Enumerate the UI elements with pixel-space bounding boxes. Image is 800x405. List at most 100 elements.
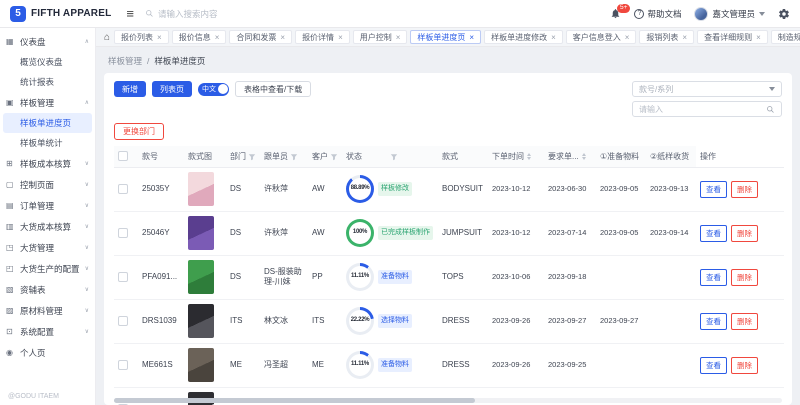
progress-ring: 11.11%	[346, 351, 374, 379]
tab[interactable]: 用户控制×	[353, 30, 408, 44]
tab[interactable]: 合同和发票×	[229, 30, 292, 44]
row-checkbox[interactable]	[118, 184, 128, 194]
table-search[interactable]	[632, 101, 782, 117]
tab[interactable]: 报销列表×	[639, 30, 694, 44]
sidebar-subitem[interactable]: 统计报表	[3, 72, 92, 92]
tab[interactable]: 报价详情×	[295, 30, 350, 44]
table-search-input[interactable]	[639, 105, 757, 114]
sidebar-subitem[interactable]: 概览仪表盘	[3, 52, 92, 72]
row-checkbox[interactable]	[118, 272, 128, 282]
sidebar-item[interactable]: ◉个人页	[0, 342, 95, 363]
sidebar-item[interactable]: ▣样板管理∧	[0, 92, 95, 113]
control-page-icon: ▢	[6, 180, 16, 189]
close-icon[interactable]: ×	[396, 33, 401, 42]
sidebar-item[interactable]: ▦仪表盘∧	[0, 31, 95, 52]
close-icon[interactable]: ×	[625, 33, 630, 42]
style-series-select[interactable]: 款号/系列	[632, 81, 782, 97]
tab[interactable]: 报价信息×	[172, 30, 227, 44]
sidebar-item[interactable]: ⊞样板成本核算∨	[0, 153, 95, 174]
sidebar-item[interactable]: ▧资辅表∨	[0, 279, 95, 300]
filter-icon[interactable]	[248, 153, 256, 161]
horizontal-scrollbar[interactable]	[114, 398, 782, 403]
sidebar-item[interactable]: ▢控制页面∨	[0, 174, 95, 195]
user-menu[interactable]: 嘉文管理员	[694, 7, 765, 21]
filter-icon[interactable]	[390, 153, 398, 161]
table-header-row: 款号 款式图 部门 跟单员 客户 状态 款式 下单时间 要求单... ①准备物料…	[114, 146, 784, 167]
delete-button[interactable]: 删除	[731, 181, 758, 198]
sort-icon[interactable]	[527, 153, 531, 160]
progress-value: 22.22%	[349, 310, 371, 332]
row-checkbox[interactable]	[118, 360, 128, 370]
style-image[interactable]	[188, 304, 214, 338]
style-image[interactable]	[188, 348, 214, 382]
question-icon: ?	[634, 9, 644, 19]
breadcrumb-parent[interactable]: 样板管理	[108, 55, 142, 67]
sidebar-item[interactable]: ▨原材料管理∨	[0, 300, 95, 321]
sidebar-subitem[interactable]: 样板单进度页	[3, 113, 92, 133]
global-search-input[interactable]	[158, 9, 248, 19]
sidebar-item[interactable]: ◰大货生产的配置∨	[0, 258, 95, 279]
view-button[interactable]: 查看	[700, 313, 727, 330]
close-icon[interactable]: ×	[215, 33, 220, 42]
sidebar-subitem[interactable]: 样板单统计	[3, 133, 92, 153]
sidebar-item[interactable]: ◳大货管理∨	[0, 237, 95, 258]
delete-button[interactable]: 删除	[731, 269, 758, 286]
tab[interactable]: 客户信息登入×	[566, 30, 637, 44]
delete-button[interactable]: 删除	[731, 313, 758, 330]
style-no: DRS1039	[142, 316, 177, 325]
close-icon[interactable]: ×	[756, 33, 761, 42]
style-image[interactable]	[188, 172, 214, 206]
status-cell: 11.11%准备物料	[346, 351, 434, 379]
change-department-button[interactable]: 更换部门	[114, 123, 164, 140]
sort-icon[interactable]	[582, 153, 586, 160]
style-image[interactable]	[188, 260, 214, 294]
delete-button[interactable]: 删除	[731, 225, 758, 242]
close-icon[interactable]: ×	[682, 33, 687, 42]
chevron-down-icon: ∨	[85, 265, 89, 272]
sidebar-item[interactable]: ▤订单管理∨	[0, 195, 95, 216]
style-image[interactable]	[188, 216, 214, 250]
export-button[interactable]: 表格中查看/下载	[235, 81, 311, 97]
menu-collapse-icon[interactable]: ≡	[126, 6, 134, 21]
language-toggle[interactable]: 中文	[198, 83, 229, 96]
add-button[interactable]: 新增	[114, 81, 146, 97]
close-icon[interactable]: ×	[280, 33, 285, 42]
close-icon[interactable]: ×	[157, 33, 162, 42]
view-button[interactable]: 查看	[700, 225, 727, 242]
view-button[interactable]: 查看	[700, 181, 727, 198]
sidebar-item[interactable]: ⊡系统配置∨	[0, 321, 95, 342]
filter-icon[interactable]	[330, 153, 338, 161]
notifications-button[interactable]: 5+	[610, 8, 621, 19]
close-icon[interactable]: ×	[551, 33, 556, 42]
tab[interactable]: 报价列表×	[114, 30, 169, 44]
row-checkbox[interactable]	[118, 228, 128, 238]
breadcrumb: 样板管理 / 样板单进度页	[96, 47, 800, 73]
delete-button[interactable]: 删除	[731, 357, 758, 374]
filter-icon[interactable]	[290, 153, 298, 161]
tab[interactable]: 制造规则×	[771, 30, 800, 44]
required-date: 2023-07-14	[548, 228, 586, 237]
tab[interactable]: 样板单进度页×	[410, 30, 481, 44]
row-checkbox[interactable]	[118, 316, 128, 326]
list-view-button[interactable]: 列表页	[152, 81, 192, 97]
select-all-checkbox[interactable]	[118, 151, 128, 161]
settings-button[interactable]	[778, 8, 790, 20]
style-no: ME661S	[142, 360, 173, 369]
progress-ring: 11.11%	[346, 263, 374, 291]
home-icon[interactable]: ⌂	[100, 32, 114, 43]
close-icon[interactable]: ×	[469, 33, 474, 42]
content-card: 新增 列表页 中文 表格中查看/下载 款号/系列 更换部门	[104, 73, 792, 405]
help-link[interactable]: ? 帮助文档	[634, 8, 681, 20]
tab[interactable]: 样板单进度修改×	[484, 30, 563, 44]
close-icon[interactable]: ×	[338, 33, 343, 42]
scrollbar-thumb[interactable]	[114, 398, 475, 403]
breadcrumb-current: 样板单进度页	[154, 55, 205, 67]
global-search[interactable]	[145, 9, 248, 19]
view-button[interactable]: 查看	[700, 269, 727, 286]
tab[interactable]: 查看详细规则×	[697, 30, 768, 44]
col-operation: 操作	[700, 152, 716, 161]
progress-ring: 22.22%	[346, 307, 374, 335]
view-button[interactable]: 查看	[700, 357, 727, 374]
sidebar-item[interactable]: ▥大货成本核算∨	[0, 216, 95, 237]
search-icon	[766, 105, 775, 114]
